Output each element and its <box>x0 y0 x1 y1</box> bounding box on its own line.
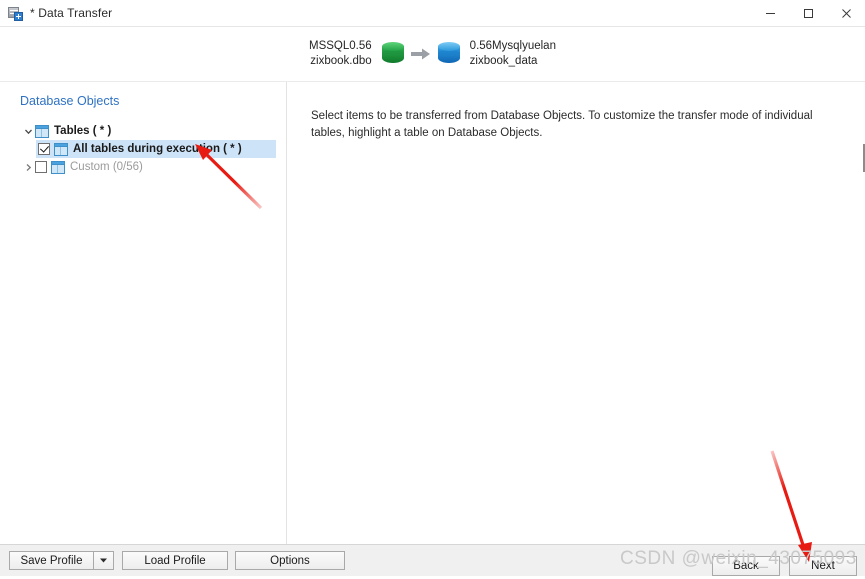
instructions-pane: Select items to be transferred from Data… <box>287 82 865 544</box>
blue-database-cylinder-icon <box>437 41 460 67</box>
table-icon <box>54 142 68 156</box>
checkbox-custom[interactable] <box>35 161 47 173</box>
title-bar: * Data Transfer <box>0 0 865 27</box>
back-button[interactable]: Back <box>712 556 780 576</box>
source-database-name: zixbook.dbo <box>310 55 372 67</box>
green-database-cylinder-icon <box>381 41 404 67</box>
options-button[interactable]: Options <box>235 551 345 570</box>
back-label: Back <box>733 560 759 572</box>
instructions-text: Select items to be transferred from Data… <box>311 110 813 139</box>
main-content: Database Objects Tables ( * ) All tables… <box>0 82 865 544</box>
save-profile-button[interactable]: Save Profile <box>9 551 114 570</box>
maximize-icon[interactable] <box>789 0 827 26</box>
page-title: Database Objects <box>20 94 120 108</box>
tree-item-label: Custom (0/56) <box>70 161 143 173</box>
destination-database-label: 0.56Mysqlyuelan zixbook_data <box>470 39 556 69</box>
chevron-right-icon[interactable] <box>22 163 35 172</box>
source-database: MSSQL0.56 zixbook.dbo <box>309 39 404 69</box>
tree-item-custom[interactable]: Custom (0/56) <box>0 158 286 176</box>
right-arrow-icon <box>404 47 438 61</box>
chevron-down-icon[interactable] <box>93 551 113 570</box>
tree-item-label: All tables during execution ( * ) <box>73 143 242 155</box>
database-objects-tree[interactable]: Tables ( * ) All tables during execution… <box>0 122 286 176</box>
chevron-down-icon[interactable] <box>22 127 35 136</box>
window-title: * Data Transfer <box>30 6 113 20</box>
checkbox-all-tables[interactable] <box>38 143 50 155</box>
next-label: Next <box>811 560 835 572</box>
transfer-source-destination-header: MSSQL0.56 zixbook.dbo 0.56Mysqlyuelan zi… <box>0 27 865 82</box>
load-profile-button[interactable]: Load Profile <box>122 551 228 570</box>
save-profile-label: Save Profile <box>20 554 83 567</box>
close-icon[interactable] <box>827 0 865 26</box>
bottom-toolbar: Save Profile Load Profile Options Back N… <box>0 544 865 576</box>
destination-database-server: 0.56Mysqlyuelan <box>469 40 556 52</box>
tree-item-all-tables[interactable]: All tables during execution ( * ) <box>36 140 276 158</box>
table-icon <box>35 124 49 138</box>
data-transfer-icon <box>7 5 23 21</box>
tree-item-tables[interactable]: Tables ( * ) <box>0 122 286 140</box>
data-transfer-window: * Data Transfer MSSQL0.56 zixbook.dbo 0.… <box>0 0 865 576</box>
minimize-icon[interactable] <box>751 0 789 26</box>
options-label: Options <box>270 554 310 567</box>
source-database-server: MSSQL0.56 <box>309 40 372 52</box>
destination-database: 0.56Mysqlyuelan zixbook_data <box>437 39 556 69</box>
source-database-label: MSSQL0.56 zixbook.dbo <box>309 39 372 69</box>
window-controls <box>751 0 865 26</box>
database-objects-pane: Database Objects Tables ( * ) All tables… <box>0 82 287 544</box>
table-icon <box>51 160 65 174</box>
destination-database-name: zixbook_data <box>469 55 538 67</box>
load-profile-label: Load Profile <box>144 554 206 567</box>
tree-item-label: Tables ( * ) <box>54 125 112 137</box>
next-button[interactable]: Next <box>789 556 857 576</box>
